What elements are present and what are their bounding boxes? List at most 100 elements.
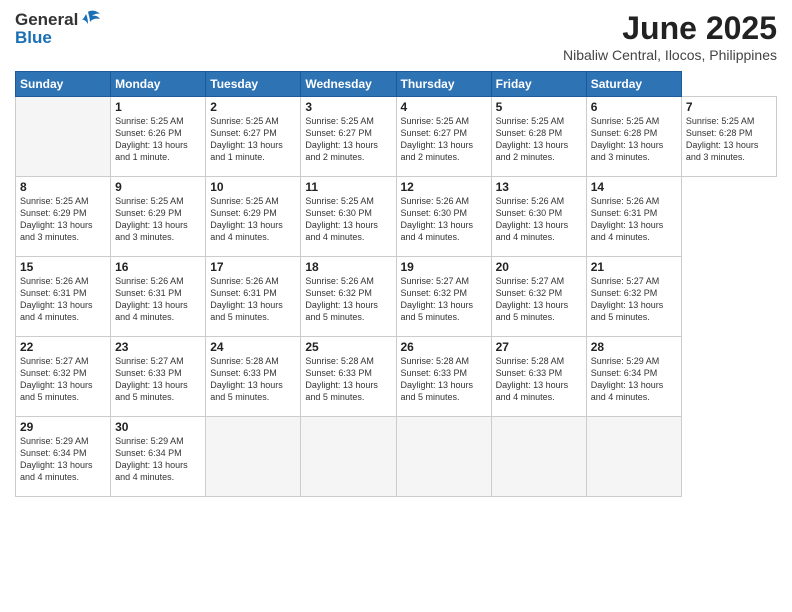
table-row: 24Sunrise: 5:28 AMSunset: 6:33 PMDayligh… xyxy=(206,337,301,417)
logo-general: General xyxy=(15,10,78,30)
col-monday: Monday xyxy=(111,72,206,97)
cell-info: Sunrise: 5:29 AMSunset: 6:34 PMDaylight:… xyxy=(591,355,677,404)
cell-info: Sunrise: 5:27 AMSunset: 6:32 PMDaylight:… xyxy=(20,355,106,404)
table-row: 22Sunrise: 5:27 AMSunset: 6:32 PMDayligh… xyxy=(16,337,111,417)
col-tuesday: Tuesday xyxy=(206,72,301,97)
cell-info: Sunrise: 5:26 AMSunset: 6:31 PMDaylight:… xyxy=(591,195,677,244)
empty-cell xyxy=(301,417,396,497)
cell-info: Sunrise: 5:29 AMSunset: 6:34 PMDaylight:… xyxy=(115,435,201,484)
cell-info: Sunrise: 5:25 AMSunset: 6:28 PMDaylight:… xyxy=(686,115,772,164)
calendar-week-row: 1Sunrise: 5:25 AMSunset: 6:26 PMDaylight… xyxy=(16,97,777,177)
day-number: 23 xyxy=(115,340,201,354)
table-row: 21Sunrise: 5:27 AMSunset: 6:32 PMDayligh… xyxy=(586,257,681,337)
cell-info: Sunrise: 5:26 AMSunset: 6:31 PMDaylight:… xyxy=(115,275,201,324)
day-number: 29 xyxy=(20,420,106,434)
cell-info: Sunrise: 5:26 AMSunset: 6:31 PMDaylight:… xyxy=(20,275,106,324)
empty-cell xyxy=(491,417,586,497)
cell-info: Sunrise: 5:26 AMSunset: 6:31 PMDaylight:… xyxy=(210,275,296,324)
day-number: 21 xyxy=(591,260,677,274)
empty-cell xyxy=(586,417,681,497)
col-saturday: Saturday xyxy=(586,72,681,97)
cell-info: Sunrise: 5:29 AMSunset: 6:34 PMDaylight:… xyxy=(20,435,106,484)
day-number: 19 xyxy=(401,260,487,274)
table-row: 9Sunrise: 5:25 AMSunset: 6:29 PMDaylight… xyxy=(111,177,206,257)
day-number: 18 xyxy=(305,260,391,274)
day-number: 26 xyxy=(401,340,487,354)
table-row: 19Sunrise: 5:27 AMSunset: 6:32 PMDayligh… xyxy=(396,257,491,337)
day-number: 25 xyxy=(305,340,391,354)
cell-info: Sunrise: 5:28 AMSunset: 6:33 PMDaylight:… xyxy=(210,355,296,404)
table-row: 14Sunrise: 5:26 AMSunset: 6:31 PMDayligh… xyxy=(586,177,681,257)
cell-info: Sunrise: 5:25 AMSunset: 6:28 PMDaylight:… xyxy=(496,115,582,164)
table-row: 23Sunrise: 5:27 AMSunset: 6:33 PMDayligh… xyxy=(111,337,206,417)
cell-info: Sunrise: 5:25 AMSunset: 6:27 PMDaylight:… xyxy=(401,115,487,164)
table-row: 13Sunrise: 5:26 AMSunset: 6:30 PMDayligh… xyxy=(491,177,586,257)
cell-info: Sunrise: 5:26 AMSunset: 6:30 PMDaylight:… xyxy=(401,195,487,244)
cell-info: Sunrise: 5:25 AMSunset: 6:30 PMDaylight:… xyxy=(305,195,391,244)
title-area: June 2025 Nibaliw Central, Ilocos, Phili… xyxy=(563,10,777,63)
empty-cell xyxy=(396,417,491,497)
table-row: 20Sunrise: 5:27 AMSunset: 6:32 PMDayligh… xyxy=(491,257,586,337)
logo: General Blue xyxy=(15,10,102,48)
calendar-table: Sunday Monday Tuesday Wednesday Thursday… xyxy=(15,71,777,497)
col-wednesday: Wednesday xyxy=(301,72,396,97)
cell-info: Sunrise: 5:25 AMSunset: 6:27 PMDaylight:… xyxy=(210,115,296,164)
day-number: 9 xyxy=(115,180,201,194)
table-row: 8Sunrise: 5:25 AMSunset: 6:29 PMDaylight… xyxy=(16,177,111,257)
day-number: 8 xyxy=(20,180,106,194)
day-number: 28 xyxy=(591,340,677,354)
table-row: 3Sunrise: 5:25 AMSunset: 6:27 PMDaylight… xyxy=(301,97,396,177)
day-number: 15 xyxy=(20,260,106,274)
col-friday: Friday xyxy=(491,72,586,97)
table-row: 18Sunrise: 5:26 AMSunset: 6:32 PMDayligh… xyxy=(301,257,396,337)
day-number: 2 xyxy=(210,100,296,114)
cell-info: Sunrise: 5:27 AMSunset: 6:32 PMDaylight:… xyxy=(401,275,487,324)
empty-cell xyxy=(16,97,111,177)
table-row: 4Sunrise: 5:25 AMSunset: 6:27 PMDaylight… xyxy=(396,97,491,177)
day-number: 20 xyxy=(496,260,582,274)
page-container: General Blue June 2025 Nibaliw Central, … xyxy=(0,0,792,612)
day-number: 10 xyxy=(210,180,296,194)
cell-info: Sunrise: 5:25 AMSunset: 6:29 PMDaylight:… xyxy=(20,195,106,244)
col-sunday: Sunday xyxy=(16,72,111,97)
day-number: 16 xyxy=(115,260,201,274)
table-row: 1Sunrise: 5:25 AMSunset: 6:26 PMDaylight… xyxy=(111,97,206,177)
table-row: 30Sunrise: 5:29 AMSunset: 6:34 PMDayligh… xyxy=(111,417,206,497)
day-number: 13 xyxy=(496,180,582,194)
table-row: 6Sunrise: 5:25 AMSunset: 6:28 PMDaylight… xyxy=(586,97,681,177)
day-number: 6 xyxy=(591,100,677,114)
table-row: 12Sunrise: 5:26 AMSunset: 6:30 PMDayligh… xyxy=(396,177,491,257)
table-row: 2Sunrise: 5:25 AMSunset: 6:27 PMDaylight… xyxy=(206,97,301,177)
cell-info: Sunrise: 5:27 AMSunset: 6:33 PMDaylight:… xyxy=(115,355,201,404)
logo-bird-icon xyxy=(80,10,102,30)
table-row: 27Sunrise: 5:28 AMSunset: 6:33 PMDayligh… xyxy=(491,337,586,417)
header: General Blue June 2025 Nibaliw Central, … xyxy=(15,10,777,63)
day-number: 30 xyxy=(115,420,201,434)
cell-info: Sunrise: 5:25 AMSunset: 6:29 PMDaylight:… xyxy=(115,195,201,244)
cell-info: Sunrise: 5:28 AMSunset: 6:33 PMDaylight:… xyxy=(305,355,391,404)
cell-info: Sunrise: 5:28 AMSunset: 6:33 PMDaylight:… xyxy=(401,355,487,404)
logo-text: General Blue xyxy=(15,10,102,48)
table-row: 10Sunrise: 5:25 AMSunset: 6:29 PMDayligh… xyxy=(206,177,301,257)
cell-info: Sunrise: 5:25 AMSunset: 6:28 PMDaylight:… xyxy=(591,115,677,164)
table-row: 29Sunrise: 5:29 AMSunset: 6:34 PMDayligh… xyxy=(16,417,111,497)
month-title: June 2025 xyxy=(563,10,777,47)
table-row: 11Sunrise: 5:25 AMSunset: 6:30 PMDayligh… xyxy=(301,177,396,257)
table-row: 7Sunrise: 5:25 AMSunset: 6:28 PMDaylight… xyxy=(681,97,776,177)
cell-info: Sunrise: 5:26 AMSunset: 6:32 PMDaylight:… xyxy=(305,275,391,324)
table-row: 17Sunrise: 5:26 AMSunset: 6:31 PMDayligh… xyxy=(206,257,301,337)
day-number: 27 xyxy=(496,340,582,354)
day-number: 1 xyxy=(115,100,201,114)
cell-info: Sunrise: 5:27 AMSunset: 6:32 PMDaylight:… xyxy=(591,275,677,324)
table-row: 16Sunrise: 5:26 AMSunset: 6:31 PMDayligh… xyxy=(111,257,206,337)
table-row: 28Sunrise: 5:29 AMSunset: 6:34 PMDayligh… xyxy=(586,337,681,417)
day-number: 12 xyxy=(401,180,487,194)
day-number: 11 xyxy=(305,180,391,194)
day-number: 3 xyxy=(305,100,391,114)
calendar-week-row: 22Sunrise: 5:27 AMSunset: 6:32 PMDayligh… xyxy=(16,337,777,417)
day-number: 17 xyxy=(210,260,296,274)
day-number: 7 xyxy=(686,100,772,114)
day-number: 14 xyxy=(591,180,677,194)
cell-info: Sunrise: 5:25 AMSunset: 6:26 PMDaylight:… xyxy=(115,115,201,164)
table-row: 15Sunrise: 5:26 AMSunset: 6:31 PMDayligh… xyxy=(16,257,111,337)
